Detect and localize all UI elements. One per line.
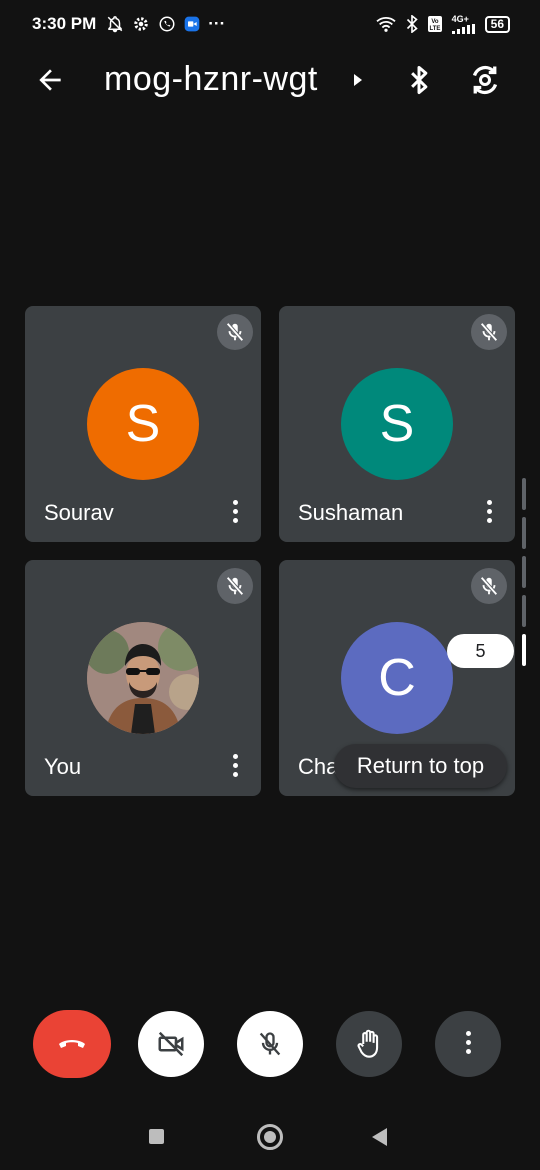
arrow-left-icon — [39, 69, 61, 91]
scroll-segment — [522, 595, 526, 627]
mic-off-icon — [259, 1032, 281, 1056]
signal-bars-icon — [451, 23, 475, 34]
back-nav-button[interactable] — [372, 1128, 387, 1146]
avatar: S — [341, 368, 453, 480]
scroll-segment-active — [522, 634, 526, 666]
volte-icon: VoLTE — [427, 16, 442, 32]
more-options-button[interactable] — [231, 500, 239, 526]
status-bar: 3:30 PM ··· Vo LTE 4G+ 56 — [0, 0, 540, 48]
switch-camera-button[interactable] — [467, 62, 503, 98]
wifi-icon — [376, 17, 396, 32]
profile-photo-avatar — [87, 622, 199, 734]
end-call-button[interactable] — [33, 1010, 111, 1078]
mic-off-icon — [217, 568, 253, 604]
scroll-segment — [522, 517, 526, 549]
bell-off-icon — [107, 16, 123, 33]
more-options-button[interactable] — [231, 754, 239, 780]
meeting-header: mog-hznr-wgt — [0, 52, 540, 108]
mic-off-icon — [471, 568, 507, 604]
participant-tile[interactable]: S Sushaman — [279, 306, 515, 542]
network-type: 4G+ — [451, 13, 469, 24]
whatsapp-icon — [159, 16, 175, 32]
avatar: S — [87, 368, 199, 480]
mic-toggle-button[interactable] — [237, 1011, 303, 1077]
svg-text:Vo: Vo — [431, 19, 439, 25]
participant-name: You — [44, 754, 82, 779]
scroll-segment — [522, 556, 526, 588]
more-options-button[interactable] — [485, 500, 493, 526]
camera-switch-icon — [472, 65, 498, 95]
recents-button[interactable] — [149, 1129, 164, 1144]
status-system-icons: Vo LTE 4G+ 56 — [375, 13, 510, 34]
audio-output-button[interactable] — [405, 64, 433, 96]
battery-indicator: 56 — [484, 15, 510, 33]
meet-app-icon — [184, 16, 200, 32]
signal-indicator: 4G+ — [451, 13, 476, 34]
status-time: 3:30 PM — [32, 14, 97, 33]
svg-text:LTE: LTE — [429, 26, 440, 32]
mic-off-icon — [217, 314, 253, 350]
home-button[interactable] — [257, 1124, 283, 1150]
gear-icon — [134, 17, 148, 31]
raise-hand-button[interactable] — [336, 1011, 402, 1077]
more-vertical-icon — [465, 1030, 471, 1058]
participant-tile[interactable]: You — [25, 560, 261, 796]
mic-off-icon — [471, 314, 507, 350]
back-button[interactable] — [34, 64, 66, 96]
video-off-icon — [158, 1031, 184, 1057]
return-to-top-button[interactable]: Return to top — [334, 744, 507, 788]
status-notification-icons: ··· — [106, 14, 225, 34]
participant-name: Sourav — [44, 500, 114, 525]
meeting-code-title[interactable]: mog-hznr-wgt — [104, 60, 318, 99]
participant-name: Sushaman — [298, 500, 404, 525]
page-count-badge: 5 — [447, 634, 514, 668]
system-navigation-bar — [0, 1100, 540, 1170]
participant-tile[interactable]: S Sourav — [25, 306, 261, 542]
status-more: ··· — [208, 14, 226, 33]
hand-raise-icon — [357, 1029, 379, 1058]
bluetooth-icon — [411, 65, 428, 95]
caret-right-icon[interactable] — [352, 72, 364, 88]
bluetooth-status-icon — [406, 15, 418, 33]
camera-toggle-button[interactable] — [138, 1011, 204, 1077]
more-options-menu-button[interactable] — [435, 1011, 501, 1077]
phone-hangup-icon — [59, 1040, 85, 1048]
avatar: C — [341, 622, 453, 734]
scroll-segment — [522, 478, 526, 510]
